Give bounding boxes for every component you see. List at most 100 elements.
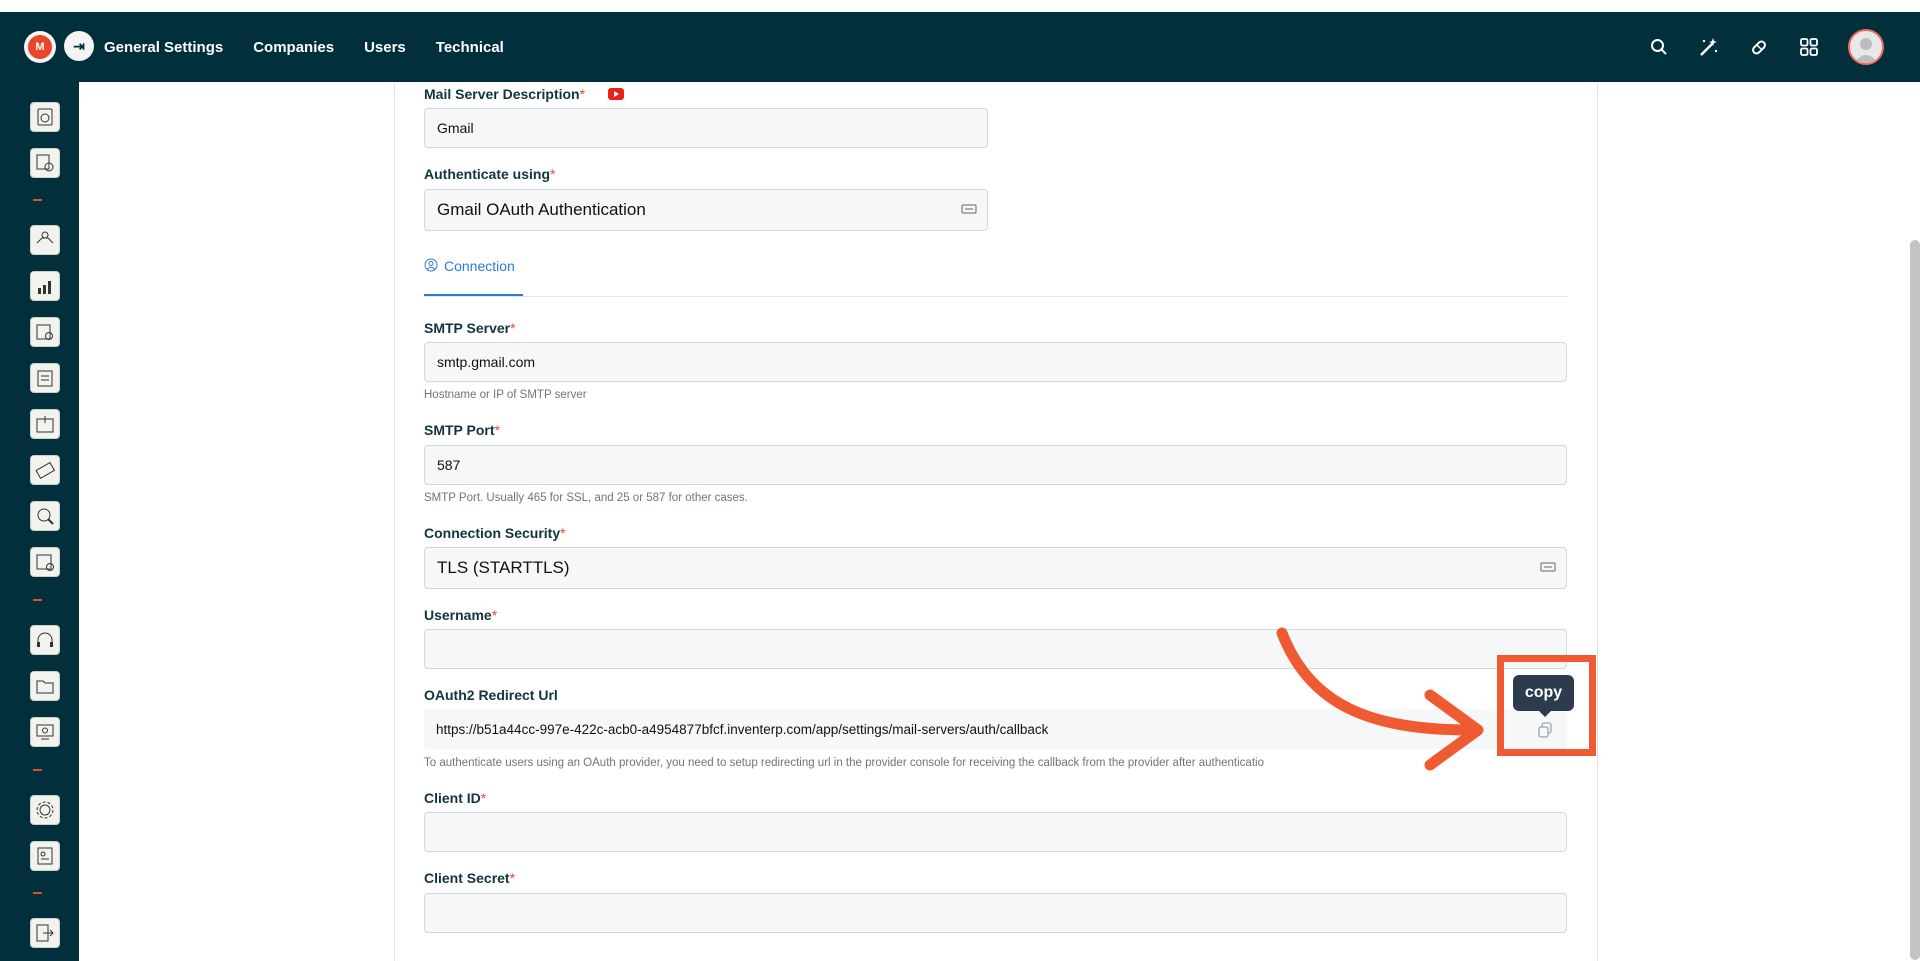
user-circle-icon	[424, 258, 438, 272]
sidebar-item-profile[interactable]	[30, 841, 60, 871]
main-nav: General Settings Companies Users Technic…	[104, 12, 504, 82]
gear-icon	[36, 801, 54, 819]
calendar-icon	[36, 554, 54, 571]
top-band	[0, 0, 1920, 12]
sidebar-item-documents[interactable]	[30, 363, 60, 393]
required-marker: *	[480, 790, 487, 806]
required-marker: *	[560, 525, 566, 541]
headset-icon	[37, 632, 53, 647]
required-marker: *	[579, 86, 586, 102]
sidebar-item-reports[interactable]	[30, 271, 60, 301]
dashboard-icon	[37, 108, 53, 126]
sidebar-separator	[33, 599, 42, 601]
client-id-input[interactable]	[424, 812, 1567, 852]
sidebar-item-payments[interactable]	[30, 455, 60, 485]
user-avatar[interactable]	[1848, 29, 1884, 65]
box-clock-icon	[36, 324, 53, 340]
mail-server-description-label: Mail Server Description*	[424, 86, 585, 102]
logo-mark: M	[28, 35, 52, 59]
copy-tooltip: copy	[1513, 675, 1574, 717]
apps-grid-icon[interactable]	[1798, 36, 1820, 58]
sidebar-item-inventory[interactable]	[30, 317, 60, 347]
app-logo[interactable]: M	[24, 31, 56, 63]
required-marker: *	[494, 422, 500, 438]
clipboard-icon	[37, 370, 53, 387]
connection-security-select[interactable]: TLS (STARTTLS)	[424, 547, 1567, 589]
sidebar-item-pos[interactable]	[30, 717, 60, 747]
youtube-icon[interactable]	[608, 88, 624, 100]
sidebar-item-calendar[interactable]	[30, 547, 60, 577]
label-text: Authenticate using	[424, 166, 551, 182]
sidebar-item-support[interactable]	[30, 625, 60, 655]
sidebar-item-dashboard[interactable]	[30, 102, 60, 132]
nav-companies[interactable]: Companies	[253, 39, 334, 56]
oauth2-redirect-url-label: OAuth2 Redirect Url	[424, 687, 558, 703]
smtp-server-input[interactable]: smtp.gmail.com	[424, 342, 1567, 382]
top-actions	[1648, 12, 1884, 82]
label-text: Username	[424, 607, 492, 623]
search-icon[interactable]	[1648, 36, 1670, 58]
app-sidebar	[0, 82, 79, 961]
cash-icon	[35, 461, 56, 480]
sidebar-item-accounting[interactable]	[30, 148, 60, 178]
handshake-icon	[36, 231, 54, 244]
authenticate-using-select[interactable]: Gmail OAuth Authentication	[424, 189, 988, 231]
monitor-icon	[36, 724, 54, 740]
username-label: Username*	[424, 607, 497, 623]
sidebar-item-hr[interactable]	[30, 501, 60, 531]
copy-icon[interactable]	[1536, 721, 1554, 739]
annotation-arrow-icon	[1276, 627, 1484, 771]
required-marker: *	[550, 166, 556, 182]
dropdown-icon	[1540, 562, 1556, 572]
smtp-port-label: SMTP Port*	[424, 422, 500, 438]
required-marker: *	[491, 607, 498, 623]
sidebar-separator	[33, 199, 42, 201]
client-secret-input[interactable]	[424, 893, 1567, 933]
smtp-server-hint: Hostname or IP of SMTP server	[424, 389, 587, 401]
label-text: SMTP Port	[424, 422, 495, 438]
label-text: Mail Server Description	[424, 86, 580, 102]
page-scrollbar[interactable]	[1910, 240, 1920, 960]
calculator-icon	[36, 154, 54, 172]
plugin-icon[interactable]	[1748, 36, 1770, 58]
required-marker: *	[510, 320, 516, 336]
tab-divider	[424, 296, 1567, 297]
sidebar-separator	[33, 892, 42, 894]
mail-server-description-input[interactable]: Gmail	[424, 108, 988, 148]
nav-technical[interactable]: Technical	[436, 39, 504, 56]
input-value: smtp.gmail.com	[437, 354, 536, 370]
top-navbar: M ⇥ General Settings Companies Users Tec…	[0, 12, 1920, 82]
input-value: Gmail	[437, 120, 474, 136]
folder-icon	[36, 680, 54, 694]
smtp-port-input[interactable]: 587	[424, 445, 1567, 485]
logout-icon	[36, 924, 54, 942]
authenticate-using-label: Authenticate using*	[424, 166, 555, 182]
dropdown-icon	[961, 204, 977, 214]
id-card-icon	[37, 847, 53, 865]
label-text: Client Secret	[424, 870, 510, 886]
smtp-port-hint: SMTP Port. Usually 465 for SSL, and 25 o…	[424, 492, 748, 504]
redirect-url-value: https://b51a44cc-997e-422c-acb0-a4954877…	[436, 721, 1049, 737]
smtp-server-label: SMTP Server*	[424, 320, 516, 336]
label-text: Connection Security	[424, 525, 561, 541]
select-value: TLS (STARTTLS)	[437, 558, 570, 577]
sidebar-item-packages[interactable]	[30, 409, 60, 439]
required-marker: *	[509, 870, 516, 886]
package-icon	[36, 416, 54, 433]
nav-users[interactable]: Users	[364, 39, 406, 56]
sidebar-item-files[interactable]	[30, 671, 60, 701]
nav-general-settings[interactable]: General Settings	[104, 39, 223, 56]
client-id-label: Client ID*	[424, 790, 486, 806]
sidebar-item-logout[interactable]	[30, 918, 60, 948]
label-text: Client ID	[424, 790, 481, 806]
select-value: Gmail OAuth Authentication	[437, 200, 646, 219]
sidebar-item-sales[interactable]	[30, 225, 60, 255]
sidebar-toggle-button[interactable]: ⇥	[64, 31, 94, 61]
sidebar-separator	[33, 769, 42, 771]
input-value: 587	[437, 457, 461, 473]
magic-wand-icon[interactable]	[1698, 36, 1720, 58]
bar-chart-icon	[38, 281, 51, 294]
sidebar-item-settings[interactable]	[30, 795, 60, 825]
person-search-icon	[37, 508, 54, 525]
tab-connection[interactable]: Connection	[424, 258, 515, 296]
